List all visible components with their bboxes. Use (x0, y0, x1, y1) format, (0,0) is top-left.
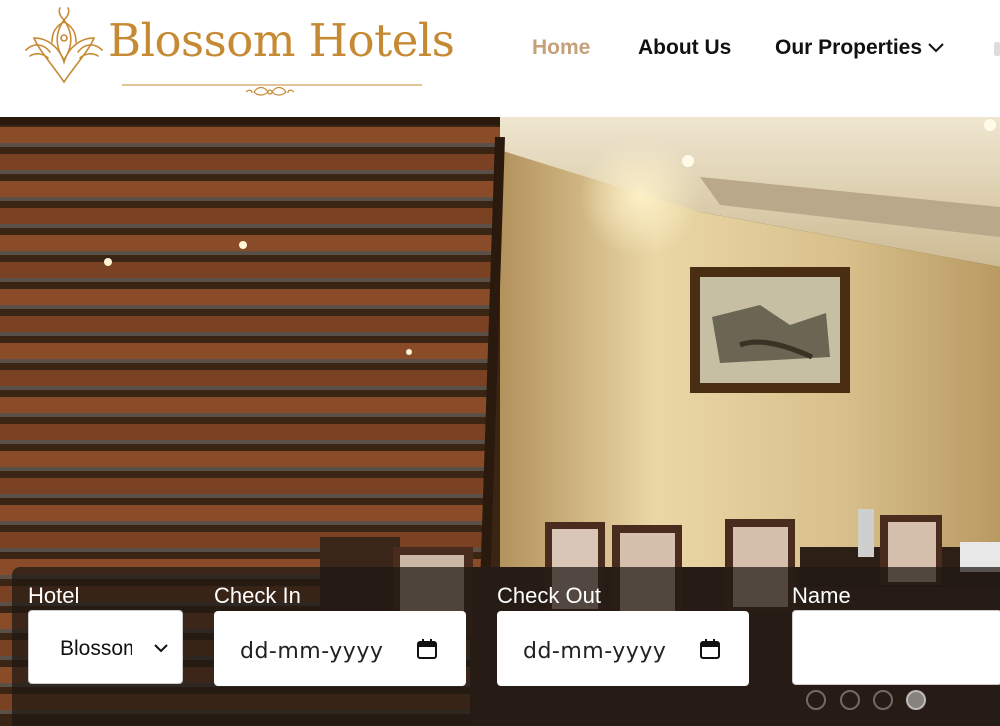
check-in-label: Check In (214, 583, 301, 608)
hotel-select[interactable]: Blossom (28, 610, 183, 684)
carousel-dot-3[interactable] (873, 690, 893, 710)
name-label: Name (792, 583, 851, 608)
calendar-icon[interactable] (699, 638, 721, 660)
chevron-down-icon (154, 644, 168, 653)
check-out-placeholder: dd-mm-yyyy (523, 639, 667, 664)
hotel-label: Hotel (28, 583, 80, 608)
lotus-logo-icon (25, 7, 103, 84)
site-header: Blossom Hotels Home About Us Our Propert… (0, 0, 1000, 117)
brand-name: Blossom Hotels (108, 14, 455, 67)
nav-properties-link[interactable]: Our Properties (775, 36, 944, 60)
calendar-icon[interactable] (416, 638, 438, 660)
ornament-divider (122, 84, 422, 96)
carousel-dot-4[interactable] (906, 690, 926, 710)
nav-home-link[interactable]: Home (532, 36, 590, 60)
hotel-select-value: Blossom (60, 637, 132, 660)
nav-properties-label: Our Properties (775, 36, 923, 59)
check-in-date-input[interactable]: dd-mm-yyyy (214, 611, 466, 686)
nav-about-link[interactable]: About Us (638, 36, 731, 60)
carousel-dot-2[interactable] (840, 690, 860, 710)
carousel-dot-1[interactable] (806, 690, 826, 710)
chevron-down-icon (928, 43, 944, 53)
nav-overflow-edge (994, 42, 1000, 56)
check-out-date-input[interactable]: dd-mm-yyyy (497, 611, 749, 686)
check-out-label: Check Out (497, 583, 601, 608)
name-input[interactable] (792, 610, 1000, 685)
brand-logo[interactable]: Blossom Hotels (22, 4, 455, 100)
check-in-placeholder: dd-mm-yyyy (240, 639, 384, 664)
